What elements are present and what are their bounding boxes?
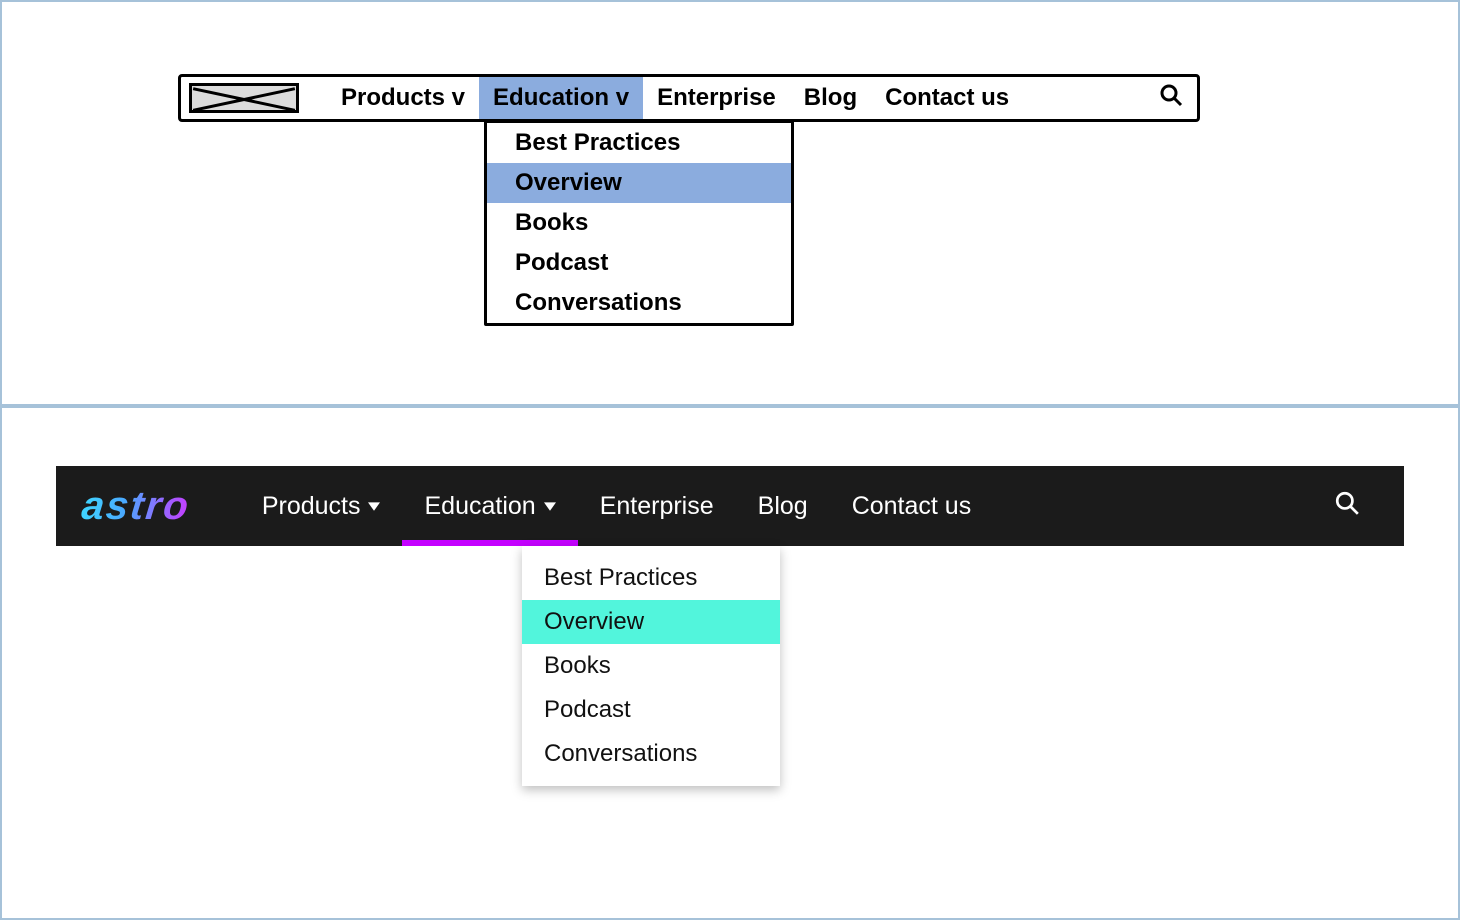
dropdown-item-overview[interactable]: Overview [487, 163, 791, 203]
dropdown-item-conversations[interactable]: Conversations [522, 732, 780, 776]
education-dropdown: Best Practices Overview Books Podcast Co… [484, 120, 794, 326]
nav-label: Education [424, 492, 535, 521]
nav-item-enterprise[interactable]: Enterprise [643, 77, 790, 119]
nav-item-enterprise[interactable]: Enterprise [578, 466, 736, 546]
astro-logo: astro [80, 484, 193, 529]
dropdown-item-podcast[interactable]: Podcast [487, 243, 791, 283]
chevron-down-icon [368, 500, 380, 512]
dropdown-item-conversations[interactable]: Conversations [487, 283, 791, 323]
chevron-down-icon [544, 500, 556, 512]
search-button[interactable] [1145, 83, 1197, 114]
dropdown-item-best-practices[interactable]: Best Practices [487, 123, 791, 163]
nav-item-products[interactable]: Products [240, 466, 403, 546]
nav-label: Enterprise [600, 492, 714, 521]
nav-label: Blog [758, 492, 808, 521]
nav-item-contact[interactable]: Contact us [830, 466, 994, 546]
logo-placeholder-icon [189, 83, 299, 113]
wireframe-panel: Products v Education v Enterprise Blog C… [0, 0, 1460, 406]
mockup-navbar: astro Products Education Enterprise Blog… [56, 466, 1404, 546]
wireframe-navbar: Products v Education v Enterprise Blog C… [178, 74, 1200, 122]
mockup-panel: astro Products Education Enterprise Blog… [0, 406, 1460, 920]
nav-item-blog[interactable]: Blog [790, 77, 871, 119]
nav-item-blog[interactable]: Blog [736, 466, 830, 546]
nav-item-education[interactable]: Education v [479, 77, 643, 119]
dropdown-item-best-practices[interactable]: Best Practices [522, 556, 780, 600]
search-button[interactable] [1314, 490, 1404, 523]
nav-item-education[interactable]: Education [402, 466, 577, 546]
nav-item-products[interactable]: Products v [327, 77, 479, 119]
education-dropdown: Best Practices Overview Books Podcast Co… [522, 546, 780, 786]
dropdown-item-overview[interactable]: Overview [522, 600, 780, 644]
nav-label: Contact us [852, 492, 972, 521]
dropdown-item-podcast[interactable]: Podcast [522, 688, 780, 732]
nav-item-contact[interactable]: Contact us [871, 77, 1023, 119]
dropdown-item-books[interactable]: Books [522, 644, 780, 688]
search-icon [1334, 490, 1360, 523]
search-icon [1159, 83, 1183, 114]
nav-label: Products [262, 492, 361, 521]
dropdown-item-books[interactable]: Books [487, 203, 791, 243]
